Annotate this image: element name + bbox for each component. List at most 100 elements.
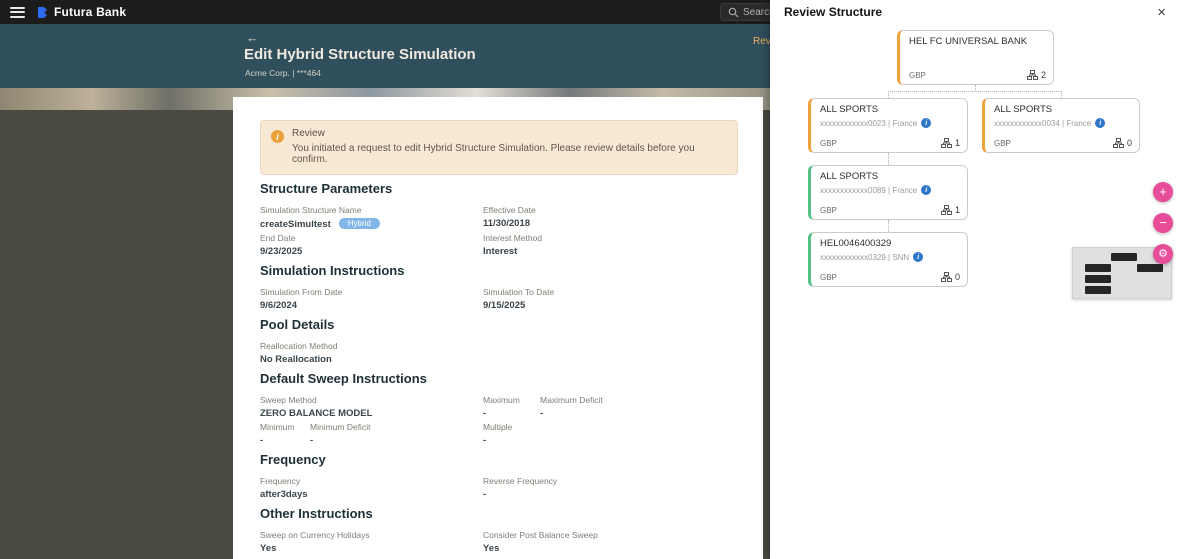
content-card: i Review You initiated a request to edit…: [233, 97, 763, 559]
field-label: Consider Post Balance Sweep: [483, 530, 598, 540]
brand-name: Futura Bank: [54, 5, 126, 19]
section-title-other-instructions: Other Instructions: [260, 506, 738, 521]
page-title: Edit Hybrid Structure Simulation: [244, 46, 476, 63]
node-account: xxxxxxxxxxxx0089 | France i: [820, 185, 960, 195]
alert-title: Review: [292, 128, 727, 139]
field-row: Minimum - Minimum Deficit - Multiple -: [260, 422, 738, 446]
children-count-text: 0: [955, 272, 960, 282]
section-title-structure-parameters: Structure Parameters: [260, 181, 738, 196]
field-value: -: [483, 408, 540, 419]
field-row: End Date 9/23/2025 Interest Method Inter…: [260, 233, 738, 257]
field-value: -: [483, 489, 557, 500]
field-label: Sweep on Currency Holidays: [260, 530, 483, 540]
page-header: ← Edit Hybrid Structure Simulation Acme …: [0, 24, 770, 88]
node-footer: GBP 1: [820, 205, 960, 215]
field-label: Multiple: [483, 422, 512, 432]
field-value: after3days: [260, 489, 483, 500]
field-sweep-method: Sweep Method ZERO BALANCE MODEL: [260, 395, 483, 419]
node-currency: GBP: [820, 273, 837, 282]
info-icon[interactable]: i: [913, 252, 923, 262]
brand-logo: Futura Bank: [36, 5, 126, 19]
field-maximum: Maximum -: [483, 395, 540, 419]
field-value: -: [540, 408, 603, 419]
field-effective-date: Effective Date 11/30/2018: [483, 205, 536, 230]
field-sweep-on-currency-holidays: Sweep on Currency Holidays Yes: [260, 530, 483, 554]
field-label: Simulation From Date: [260, 287, 483, 297]
node-account-text: xxxxxxxxxxxx0023 | France: [820, 119, 917, 128]
info-icon[interactable]: i: [1095, 118, 1105, 128]
node-currency: GBP: [994, 139, 1011, 148]
field-label: Minimum Deficit: [310, 422, 483, 432]
field-label: Reverse Frequency: [483, 476, 557, 486]
info-icon[interactable]: i: [921, 185, 931, 195]
field-row: Sweep Method ZERO BALANCE MODEL Maximum …: [260, 395, 738, 419]
node-children-count: 2: [1027, 70, 1046, 80]
field-value: 9/6/2024: [260, 300, 483, 311]
field-label: Maximum Deficit: [540, 395, 603, 405]
settings-button[interactable]: ⚙: [1153, 244, 1173, 264]
node-footer: GBP 2: [909, 70, 1046, 80]
field-row: Reallocation Method No Reallocation: [260, 341, 738, 365]
hierarchy-icon: [1113, 138, 1124, 148]
futura-bank-logo-icon: [36, 6, 49, 19]
node-footer: GBP 0: [820, 272, 960, 282]
field-multiple: Multiple -: [483, 422, 512, 446]
tree-node-all-sports-0089[interactable]: ALL SPORTS xxxxxxxxxxxx0089 | France i G…: [808, 165, 968, 220]
field-interest-method: Interest Method Interest: [483, 233, 542, 257]
field-label: End Date: [260, 233, 483, 243]
node-name: HEL0046400329: [820, 238, 960, 249]
node-account: xxxxxxxxxxxx0034 | France i: [994, 118, 1132, 128]
page-subtitle: Acme Corp. | ***464: [245, 68, 321, 78]
info-icon[interactable]: i: [921, 118, 931, 128]
minimap-node: [1085, 264, 1111, 272]
node-children-count: 0: [941, 272, 960, 282]
node-account: xxxxxxxxxxxx0023 | France i: [820, 118, 960, 128]
field-label: Simulation To Date: [483, 287, 554, 297]
field-reverse-frequency: Reverse Frequency -: [483, 476, 557, 500]
field-label: Sweep Method: [260, 395, 483, 405]
node-account-text: xxxxxxxxxxxx0089 | France: [820, 186, 917, 195]
field-label: Simulation Structure Name: [260, 205, 483, 215]
tree-node-all-sports-0034[interactable]: ALL SPORTS xxxxxxxxxxxx0034 | France i G…: [982, 98, 1140, 153]
tree-connector: [888, 91, 1061, 92]
node-currency: GBP: [820, 139, 837, 148]
node-currency: GBP: [909, 71, 926, 80]
field-row: Sweep on Currency Holidays Yes Consider …: [260, 530, 738, 554]
field-label: Frequency: [260, 476, 483, 486]
field-value: 9/15/2025: [483, 300, 554, 311]
tree-node-root[interactable]: HEL FC UNIVERSAL BANK GBP 2: [897, 30, 1054, 85]
tree-node-all-sports-0023[interactable]: ALL SPORTS xxxxxxxxxxxx0023 | France i G…: [808, 98, 968, 153]
node-footer: GBP 0: [994, 138, 1132, 148]
tree-canvas: HEL FC UNIVERSAL BANK GBP 2 ALL SPORTS: [770, 0, 1179, 559]
field-minimum: Minimum -: [260, 422, 310, 446]
tree-connector: [888, 153, 889, 165]
review-structure-link[interactable]: Review Structure: [753, 36, 770, 47]
section-title-simulation-instructions: Simulation Instructions: [260, 263, 738, 278]
zoom-in-button[interactable]: +: [1153, 182, 1173, 202]
children-count-text: 1: [955, 205, 960, 215]
section-title-frequency: Frequency: [260, 452, 738, 467]
field-value: -: [310, 435, 483, 446]
field-value: 9/23/2025: [260, 246, 483, 257]
node-children-count: 0: [1113, 138, 1132, 148]
children-count-text: 2: [1041, 70, 1046, 80]
field-value: -: [260, 435, 310, 446]
zoom-out-button[interactable]: −: [1153, 213, 1173, 233]
field-frequency: Frequency after3days: [260, 476, 483, 500]
hierarchy-icon: [941, 272, 952, 282]
node-name: ALL SPORTS: [820, 104, 960, 115]
field-reallocation-method: Reallocation Method No Reallocation: [260, 341, 483, 365]
node-children-count: 1: [941, 138, 960, 148]
minimap-node: [1137, 264, 1163, 272]
field-value: Yes: [260, 543, 483, 554]
tree-node-hel0046400329[interactable]: HEL0046400329 xxxxxxxxxxxx0329 | SNN i G…: [808, 232, 968, 287]
hybrid-badge: Hybrid: [339, 218, 380, 229]
field-consider-post-balance-sweep: Consider Post Balance Sweep Yes: [483, 530, 598, 554]
menu-icon[interactable]: [10, 7, 25, 18]
field-row: Simulation Structure Name createSimultes…: [260, 205, 738, 230]
back-icon[interactable]: ←: [246, 30, 259, 45]
node-footer: GBP 1: [820, 138, 960, 148]
alert-info-icon: i: [271, 130, 284, 143]
node-account: xxxxxxxxxxxx0329 | SNN i: [820, 252, 960, 262]
field-value: ZERO BALANCE MODEL: [260, 408, 483, 419]
